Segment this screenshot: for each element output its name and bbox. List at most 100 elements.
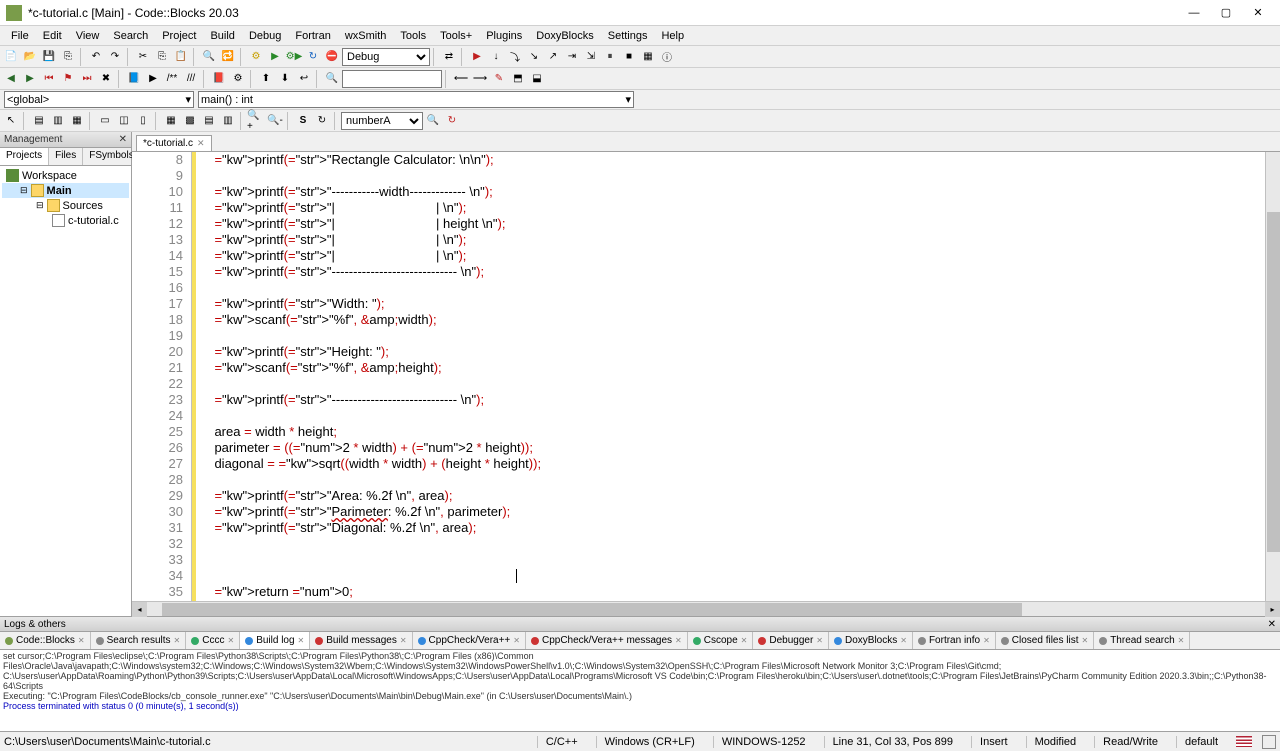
code-line[interactable]: area = width * height; [200, 424, 1265, 440]
code-line[interactable] [200, 376, 1265, 392]
code-line[interactable] [200, 536, 1265, 552]
code-line[interactable]: ="kw">printf(="str">"Parimeter: %.2f \n"… [200, 504, 1265, 520]
comment-block-button[interactable]: /** [163, 70, 181, 88]
log-tab-cppcheck-vera-[interactable]: CppCheck/Vera++✕ [413, 632, 526, 649]
tree-project[interactable]: Main [47, 185, 72, 197]
refresh-button[interactable]: ↻ [313, 112, 331, 130]
menu-settings[interactable]: Settings [601, 28, 655, 44]
select-tool-button[interactable]: ↖ [2, 112, 20, 130]
maximize-button[interactable]: ▢ [1210, 3, 1242, 23]
code-line[interactable]: ="kw">printf(="str">"Rectangle Calculato… [200, 152, 1265, 168]
step-out-button[interactable]: ↗ [544, 48, 562, 66]
brackets-button[interactable]: ▭ [96, 112, 114, 130]
bookmark-button[interactable]: ⚑ [59, 70, 77, 88]
next-brace-button[interactable]: ⟶ [471, 70, 489, 88]
step-instr-button[interactable]: ⇲ [582, 48, 600, 66]
menu-view[interactable]: View [69, 28, 107, 44]
symbol-refresh-button[interactable]: ↻ [443, 112, 461, 130]
code-line[interactable]: ="kw">scanf(="str">"%f", &amp;height); [200, 360, 1265, 376]
log-tab-search-results[interactable]: Search results✕ [91, 632, 187, 649]
last-jump-button[interactable]: ⏮ [40, 70, 58, 88]
tree-workspace[interactable]: Workspace [22, 170, 77, 182]
code-line[interactable]: ="kw">printf(="str">"| | \n"); [200, 200, 1265, 216]
step-into-button[interactable]: ↘ [525, 48, 543, 66]
copy-button[interactable]: ⎘ [153, 48, 171, 66]
editor-tab[interactable]: *c-tutorial.c ✕ [136, 135, 212, 151]
tab-close-icon[interactable]: ✕ [197, 138, 205, 149]
build-target-select[interactable]: Debug [342, 48, 430, 66]
rebuild-button[interactable]: ↻ [304, 48, 322, 66]
prev-func-button[interactable]: ⬆ [257, 70, 275, 88]
code-editor[interactable]: 8910111213141516171819202122232425262728… [132, 152, 1280, 601]
grid4-button[interactable]: ▥ [219, 112, 237, 130]
code-line[interactable]: ="kw">printf(="str">"| | \n"); [200, 232, 1265, 248]
doxy-button[interactable]: 📘 [125, 70, 143, 88]
menu-debug[interactable]: Debug [242, 28, 288, 44]
comment-line-button[interactable]: /// [182, 70, 200, 88]
save-all-button[interactable]: ⎘ [59, 48, 77, 66]
code-line[interactable]: ="kw">printf(="str">"-------------------… [200, 392, 1265, 408]
build-run-button[interactable]: ⚙▶ [285, 48, 303, 66]
tree-sources[interactable]: Sources [63, 200, 103, 212]
log-tab-build-messages[interactable]: Build messages✕ [310, 632, 412, 649]
incremental-search-input[interactable] [342, 70, 442, 88]
log-tab-fortran-info[interactable]: Fortran info✕ [913, 632, 996, 649]
toggle-block-button[interactable]: ▦ [68, 112, 86, 130]
code-line[interactable] [200, 328, 1265, 344]
debug-start-button[interactable]: ▶ [468, 48, 486, 66]
code-line[interactable]: ="kw">printf(="str">"Diagonal: %.2f \n",… [200, 520, 1265, 536]
log-tab-cppcheck-vera-messages[interactable]: CppCheck/Vera++ messages✕ [526, 632, 688, 649]
code-line[interactable]: ="kw">printf(="str">"-----------width---… [200, 184, 1265, 200]
project-tree[interactable]: Workspace ⊟Main ⊟Sources c-tutorial.c [0, 166, 131, 616]
code-line[interactable]: ="kw">printf(="str">"Area: %.2f \n", are… [200, 488, 1265, 504]
code-line[interactable]: ="kw">printf(="str">"Height: "); [200, 344, 1265, 360]
code-line[interactable]: ="kw">scanf(="str">"%f", &amp;width); [200, 312, 1265, 328]
redo-button[interactable]: ↷ [106, 48, 124, 66]
code-line[interactable] [200, 472, 1265, 488]
symbol-search-combo[interactable]: numberA [341, 112, 423, 130]
strike-button[interactable]: S [294, 112, 312, 130]
log-tab-cscope[interactable]: Cscope✕ [688, 632, 754, 649]
log-tab-build-log[interactable]: Build log✕ [240, 632, 310, 649]
last-func-button[interactable]: ↩ [295, 70, 313, 88]
code-line[interactable] [200, 280, 1265, 296]
code-line[interactable] [200, 168, 1265, 184]
toggle-comment-button[interactable]: ▤ [30, 112, 48, 130]
language-flag-icon[interactable] [1236, 736, 1252, 747]
run-button[interactable]: ▶ [266, 48, 284, 66]
code-line[interactable] [200, 552, 1265, 568]
code-line[interactable]: ="kw">printf(="str">"| | \n"); [200, 248, 1265, 264]
find-prev-button[interactable]: 🔍 [323, 70, 341, 88]
doxy-run-button[interactable]: ▶ [144, 70, 162, 88]
menu-wxsmith[interactable]: wxSmith [338, 28, 394, 44]
run-to-cursor-button[interactable]: ↓ [487, 48, 505, 66]
menu-help[interactable]: Help [654, 28, 691, 44]
close-button[interactable]: ✕ [1242, 3, 1274, 23]
minimize-button[interactable]: — [1178, 3, 1210, 23]
paste-button[interactable]: 📋 [172, 48, 190, 66]
zoom-in-button[interactable]: 🔍+ [247, 112, 265, 130]
highlight-button[interactable]: ✎ [490, 70, 508, 88]
vertical-scrollbar[interactable] [1265, 152, 1280, 601]
zoom-out-button[interactable]: 🔍- [266, 112, 284, 130]
code-line[interactable]: ="kw">return ="num">0; [200, 584, 1265, 600]
open-file-button[interactable]: 📂 [21, 48, 39, 66]
debug-windows-button[interactable]: ▦ [639, 48, 657, 66]
log-tab-thread-search[interactable]: Thread search✕ [1094, 632, 1190, 649]
braces-button[interactable]: ◫ [115, 112, 133, 130]
grid1-button[interactable]: ▦ [162, 112, 180, 130]
chm-button[interactable]: 📕 [210, 70, 228, 88]
menu-edit[interactable]: Edit [36, 28, 69, 44]
resize-grip-icon[interactable] [1262, 735, 1276, 749]
menu-tools[interactable]: Tools [393, 28, 433, 44]
mgmt-tab-files[interactable]: Files [49, 148, 83, 165]
save-button[interactable]: 💾 [40, 48, 58, 66]
code-line[interactable]: ="kw">printf(="str">"-------------------… [200, 264, 1265, 280]
abort-button[interactable]: ⛔ [323, 48, 341, 66]
log-output[interactable]: set cursor;C:\Program Files\eclipse\;C:\… [0, 650, 1280, 731]
grid2-button[interactable]: ▩ [181, 112, 199, 130]
menu-doxyblocks[interactable]: DoxyBlocks [529, 28, 600, 44]
management-close-icon[interactable]: ✕ [119, 134, 127, 145]
grid3-button[interactable]: ▤ [200, 112, 218, 130]
next-instr-button[interactable]: ⇥ [563, 48, 581, 66]
